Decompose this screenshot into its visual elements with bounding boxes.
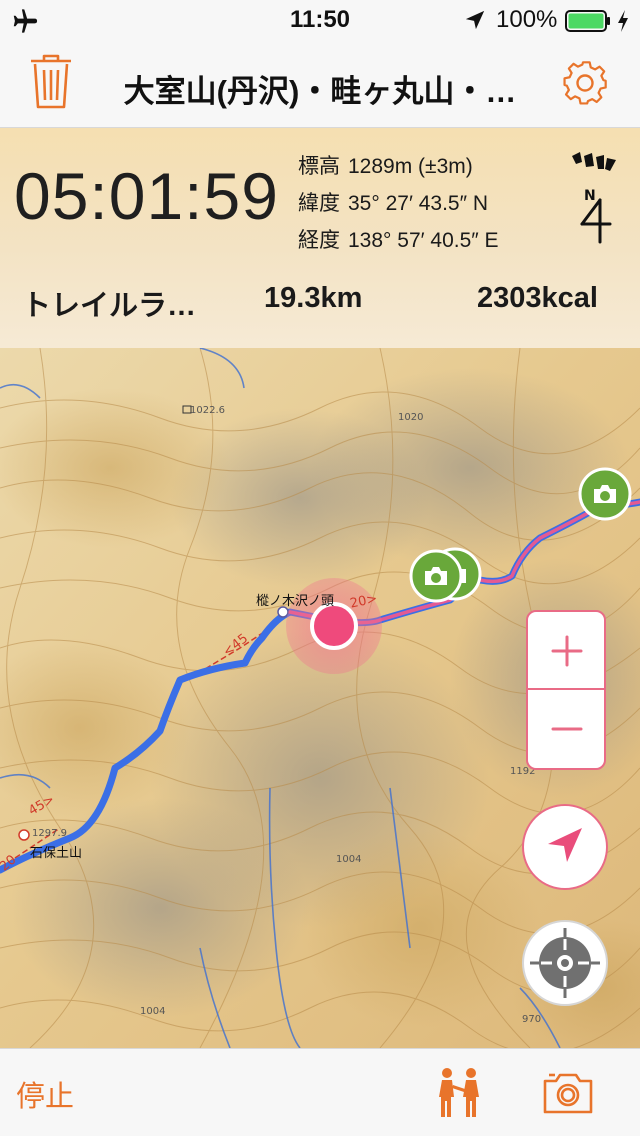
compass-letter: N — [584, 188, 596, 204]
crosshair-icon — [530, 928, 600, 998]
elevation-label: 1297.9 — [32, 828, 67, 839]
current-position-marker — [310, 602, 358, 650]
hikers-icon[interactable] — [434, 1067, 484, 1119]
activity-type: トレイルラ… — [22, 290, 197, 322]
app-root: 11:50 100% 大室山(丹沢)・畦ヶ丸山・… 05:01:59 標高 12… — [0, 0, 640, 1136]
latitude-label: 緯度 — [298, 192, 340, 215]
trash-icon[interactable] — [28, 54, 74, 110]
locate-me-button[interactable] — [522, 804, 608, 890]
compass-icon: N — [572, 152, 616, 244]
location-services-icon — [465, 10, 485, 30]
position-readout: 標高 1289m (±3m) 緯度 35° 27′ 43.5″ N 経度 138° 5… — [298, 148, 499, 259]
longitude-label: 経度 — [298, 229, 340, 252]
gear-icon[interactable] — [560, 58, 610, 108]
bottom-toolbar: 停止 — [0, 1048, 640, 1136]
peak-label: 石保土山 — [30, 846, 83, 861]
calories-value: 2303kcal — [477, 282, 598, 314]
status-bar: 11:50 100% — [0, 0, 640, 40]
zoom-out-button[interactable] — [528, 690, 604, 768]
zoom-in-button[interactable] — [528, 612, 604, 690]
battery-icon — [565, 10, 610, 32]
charging-bolt-icon — [618, 10, 628, 32]
longitude-row: 経度 138° 57′ 40.5″ E — [298, 222, 499, 259]
photo-marker — [409, 549, 463, 603]
elevation-label: 1004 — [140, 1006, 166, 1017]
elevation-label: 1004 — [336, 854, 362, 865]
navigation-bar: 大室山(丹沢)・畦ヶ丸山・… — [0, 40, 640, 128]
photo-marker — [578, 467, 632, 521]
waypoint-marker — [18, 829, 30, 841]
minus-icon — [551, 727, 583, 731]
recenter-map-button[interactable] — [522, 920, 608, 1006]
latitude-row: 緯度 35° 27′ 43.5″ N — [298, 185, 499, 222]
elevation-label: 970 — [522, 1014, 542, 1025]
zoom-control — [526, 610, 606, 770]
elevation-label: 1020 — [398, 412, 424, 423]
elapsed-time: 05:01:59 — [14, 159, 279, 233]
activity-summary: トレイルラ… 19.3km 2303kcal — [0, 278, 640, 324]
altitude-label: 標高 — [298, 155, 340, 178]
longitude-value: 138° 57′ 40.5″ E — [348, 229, 499, 252]
elevation-label: 1022.6 — [190, 405, 225, 416]
distance-value: 19.3km — [264, 282, 363, 314]
topographic-map[interactable]: 樅ノ木沢ノ頭 石保土山 1022.6 1297.9 1004 1004 970 … — [0, 348, 640, 1048]
page-title: 大室山(丹沢)・畦ヶ丸山・… — [123, 74, 517, 109]
altitude-row: 標高 1289m (±3m) — [298, 148, 499, 185]
latitude-value: 35° 27′ 43.5″ N — [348, 192, 489, 215]
tracking-info-panel: 05:01:59 標高 1289m (±3m) 緯度 35° 27′ 43.5″ N… — [0, 128, 640, 348]
camera-icon[interactable] — [542, 1071, 594, 1115]
plus-icon — [551, 635, 583, 667]
battery-percent: 100% — [496, 6, 558, 33]
navigation-arrow-icon — [548, 828, 582, 862]
stop-button[interactable]: 停止 — [16, 1073, 74, 1115]
peak-label: 樅ノ木沢ノ頭 — [256, 594, 335, 609]
altitude-value: 1289m (±3m) — [348, 155, 473, 178]
